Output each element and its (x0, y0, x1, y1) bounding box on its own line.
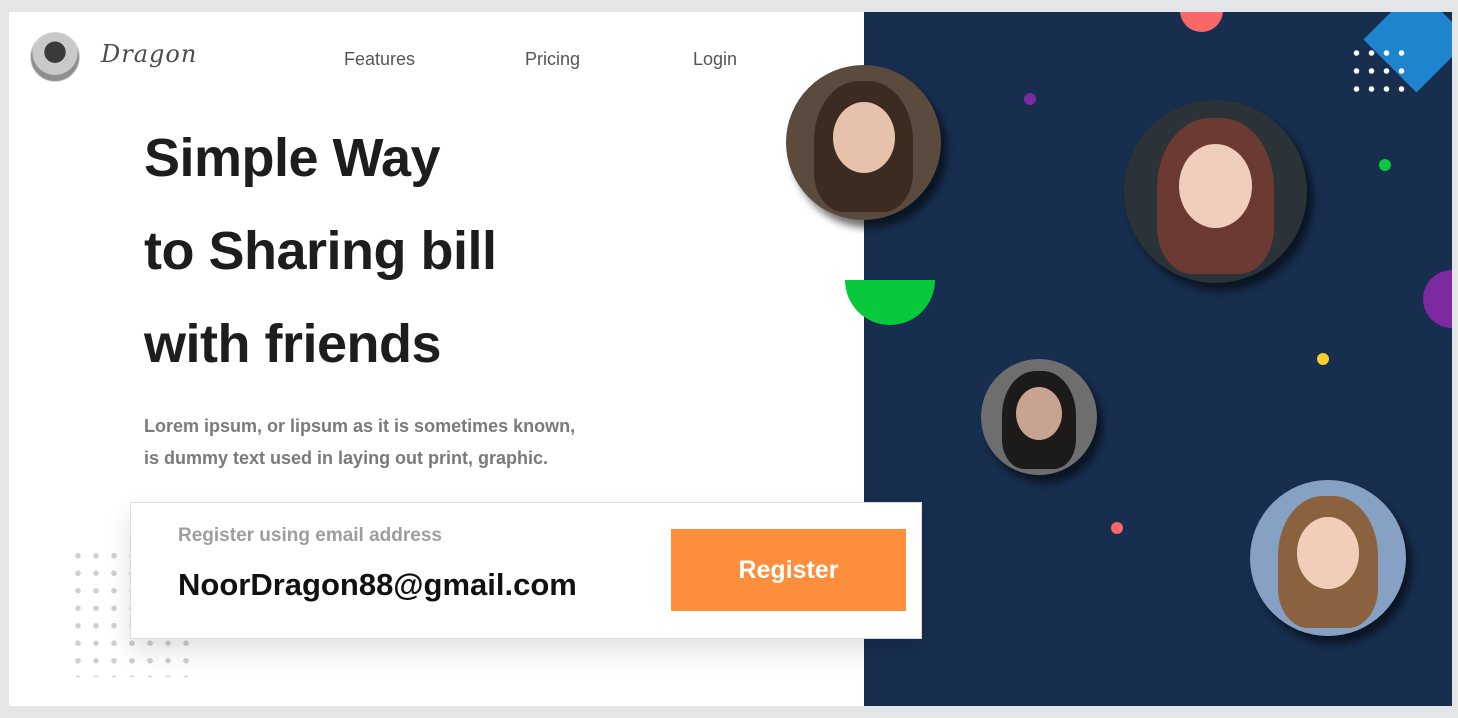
landing-page: Dragon Features Pricing Login Simple Way… (9, 12, 1452, 706)
nav-link-features[interactable]: Features (344, 49, 415, 70)
hero-subtitle-line-1: Lorem ipsum, or lipsum as it is sometime… (144, 416, 576, 436)
hero-heading-line-2: to Sharing bill (144, 221, 497, 281)
coral-dot-decoration (1111, 522, 1123, 534)
register-card: Register using email address Register (130, 502, 922, 639)
purple-dot-decoration (1024, 93, 1036, 105)
hero-subtitle-line-2: is dummy text used in laying out print, … (144, 448, 549, 468)
woman-portrait-long-auburn-hair-avatar (1124, 100, 1307, 283)
nav-link-pricing[interactable]: Pricing (525, 49, 580, 70)
green-dot-decoration (1379, 159, 1391, 171)
email-input[interactable] (176, 563, 620, 607)
woman-portrait-glasses-dark-hair-avatar (981, 359, 1097, 475)
register-button[interactable]: Register (671, 529, 906, 611)
white-dot-grid-decoration (1349, 44, 1409, 104)
hero-heading-line-1: Simple Way (144, 128, 441, 188)
brand-name[interactable]: Dragon (101, 40, 197, 68)
hero-heading-line-3: with friends (144, 314, 442, 374)
register-label: Register using email address (178, 525, 442, 546)
brand-logo-avatar[interactable] (30, 32, 80, 82)
woman-portrait-brown-curly-hair-avatar (786, 65, 941, 220)
woman-portrait-smiling-glasses-avatar (1250, 480, 1406, 636)
yellow-dot-decoration (1317, 353, 1329, 365)
nav-link-login[interactable]: Login (693, 49, 737, 70)
